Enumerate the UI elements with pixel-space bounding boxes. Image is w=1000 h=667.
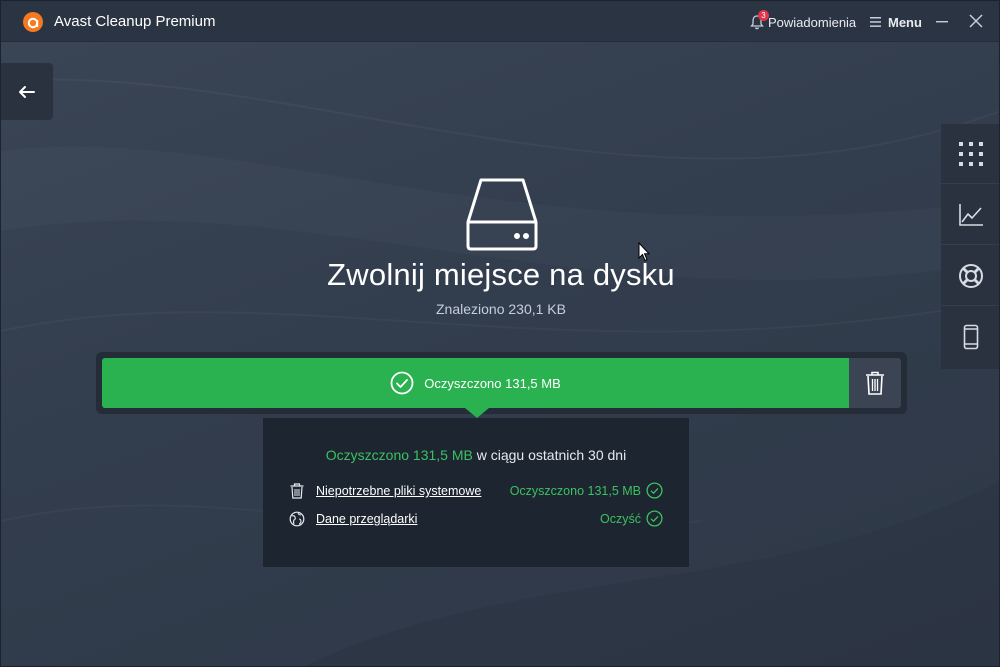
title-bar: Avast Cleanup Premium 3 Powiadomienia Me…: [1, 1, 999, 42]
notification-count-badge: 3: [758, 10, 769, 21]
trash-icon: [866, 371, 884, 395]
mouse-cursor-icon: [638, 242, 650, 262]
bell-icon: 3: [750, 10, 769, 30]
browser-data-status-label: Oczyść: [600, 511, 641, 526]
side-rail: [941, 124, 999, 369]
app-title: Avast Cleanup Premium: [54, 13, 216, 30]
globe-icon: [289, 511, 305, 527]
cleaned-status-button[interactable]: Oczyszczono 131,5 MB: [102, 358, 849, 408]
system-junk-link[interactable]: Niepotrzebne pliki systemowe: [316, 484, 481, 498]
cleanup-summary-popup: Oczyszczono 131,5 MB w ciągu ostatnich 3…: [263, 418, 689, 567]
arrow-left-icon: [19, 85, 35, 98]
hamburger-icon: [870, 17, 881, 27]
background-decoration: [1, 78, 999, 666]
summary-heading: Oczyszczono 131,5 MB w ciągu ostatnich 3…: [263, 447, 689, 463]
menu-button[interactable]: Menu: [870, 13, 922, 31]
check-circle-icon: [646, 510, 663, 527]
minimize-icon[interactable]: [935, 14, 949, 28]
mobile-icon: [963, 324, 979, 350]
page-title: Zwolnij miejsce na dysku: [327, 257, 675, 292]
trash-button[interactable]: [849, 358, 901, 408]
notifications-label: Powiadomienia: [768, 14, 857, 30]
check-circle-icon: [646, 482, 663, 499]
avast-logo-icon: [23, 12, 43, 32]
sidebar-item-chart[interactable]: [941, 185, 999, 245]
page-subtitle: Znaleziono 230,1 KB: [436, 301, 566, 317]
system-junk-status: Oczyszczono 131,5 MB: [510, 482, 663, 499]
browser-data-link[interactable]: Dane przeglądarki: [316, 512, 417, 526]
chart-icon: [959, 203, 983, 226]
browser-data-status[interactable]: Oczyść: [600, 510, 663, 527]
menu-label: Menu: [888, 14, 922, 30]
list-item: Niepotrzebne pliki systemowe Oczyszczono…: [289, 481, 663, 501]
check-circle-icon: [390, 371, 414, 395]
grid-icon: [959, 141, 983, 166]
back-button[interactable]: [1, 63, 53, 120]
sidebar-item-grid[interactable]: [941, 124, 999, 184]
notifications-button[interactable]: 3 Powiadomienia: [750, 10, 857, 31]
hard-drive-icon: [466, 178, 538, 251]
list-item: Dane przeglądarki Oczyść: [289, 509, 663, 529]
summary-amount: Oczyszczono 131,5 MB: [325, 447, 473, 463]
close-icon[interactable]: [968, 13, 984, 29]
popup-pointer: [465, 408, 489, 418]
system-junk-status-label: Oczyszczono 131,5 MB: [509, 483, 641, 498]
cleaned-status-label: Oczyszczono 131,5 MB: [424, 375, 561, 391]
app-window: Avast Cleanup Premium 3 Powiadomienia Me…: [0, 0, 1000, 667]
trash-icon: [290, 483, 304, 499]
summary-period: w ciągu ostatnich 30 dni: [472, 447, 627, 463]
